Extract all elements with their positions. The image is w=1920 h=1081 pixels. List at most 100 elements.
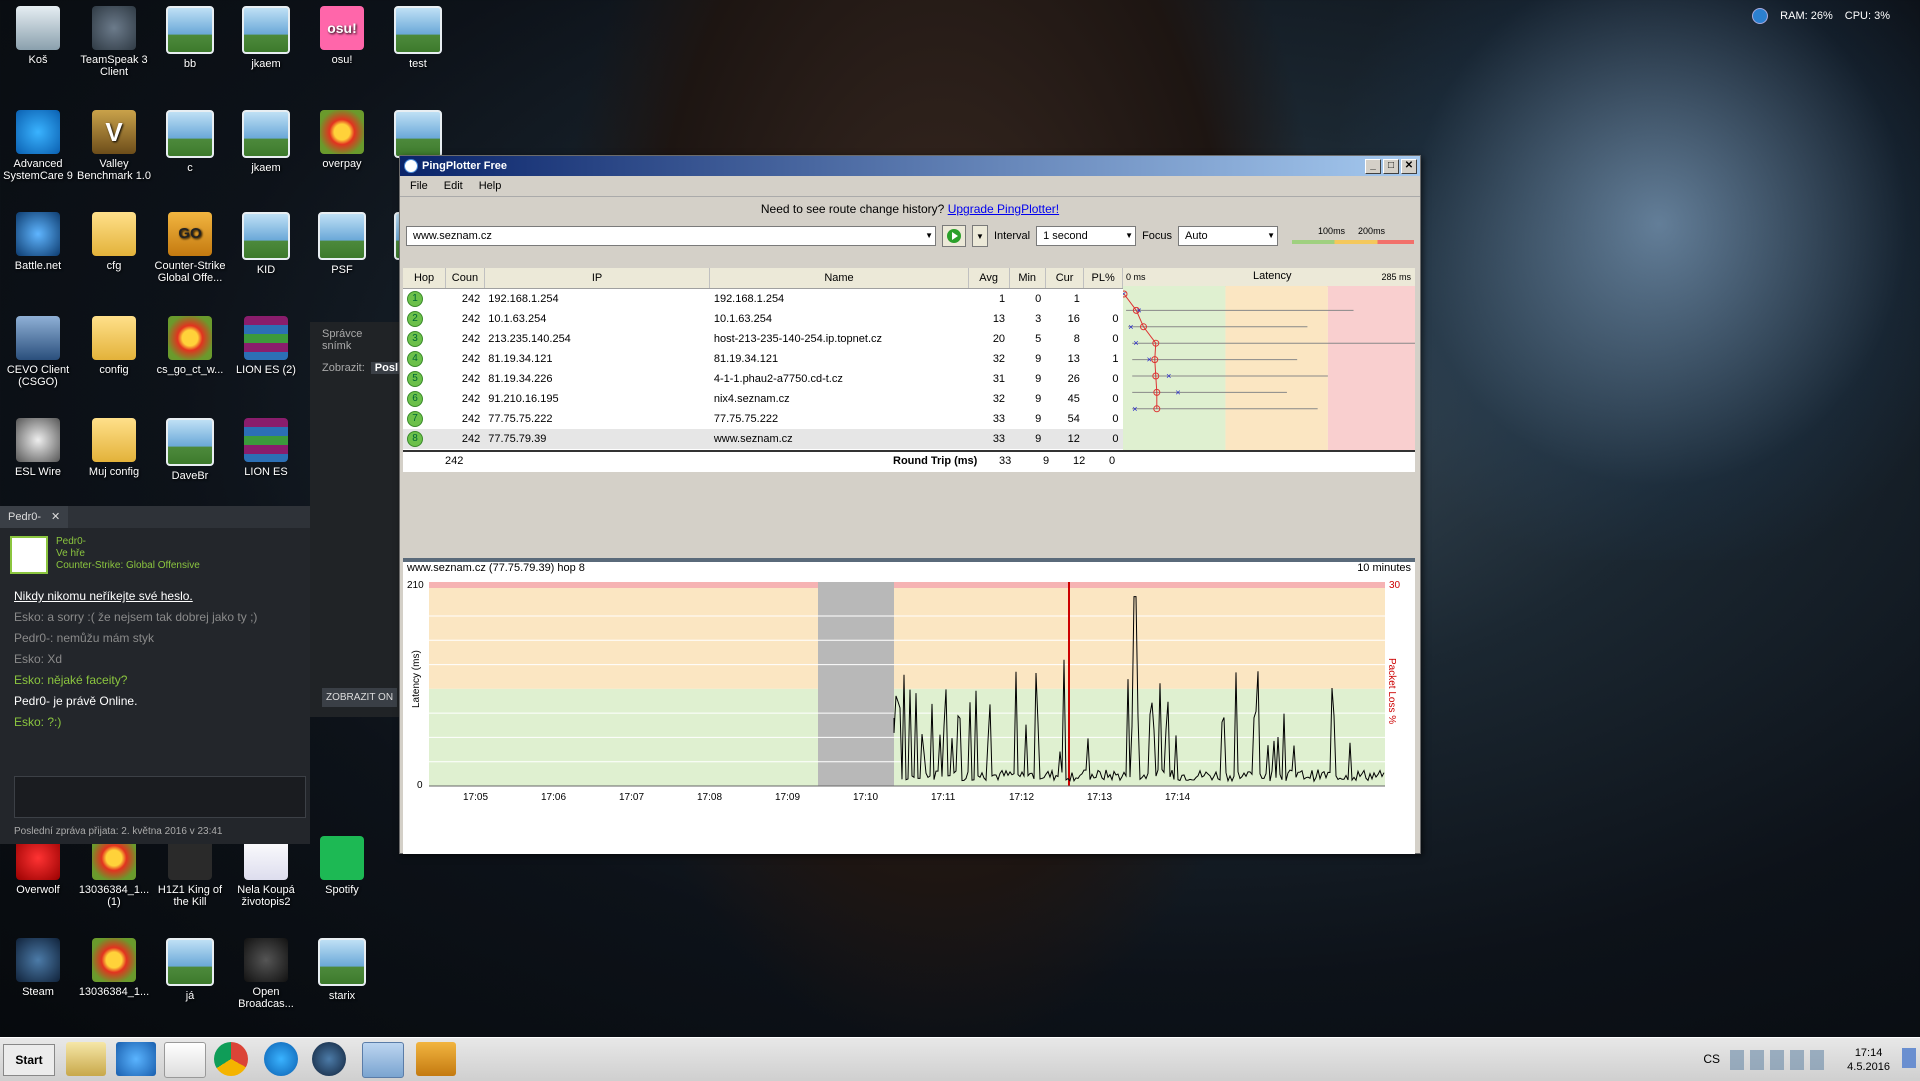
timeline-pl-max: 30 xyxy=(1389,580,1401,591)
taskbar-asc-icon[interactable] xyxy=(264,1042,298,1076)
column-header[interactable]: Name xyxy=(709,268,969,289)
hop-cell: 6 xyxy=(403,389,446,409)
chevron-down-icon[interactable]: ▼ xyxy=(1267,227,1275,245)
desktop-icon[interactable]: TeamSpeak 3 Client xyxy=(76,6,152,78)
desktop-icon[interactable]: já xyxy=(152,938,228,1002)
chevron-down-icon[interactable]: ▼ xyxy=(925,227,933,245)
desktop-icon[interactable]: overpay xyxy=(304,110,380,170)
target-combo[interactable]: www.seznam.cz ▼ xyxy=(406,226,936,246)
desktop-icon[interactable]: Advanced SystemCare 9 xyxy=(0,110,76,182)
desktop-icon[interactable]: Muj config xyxy=(76,418,152,478)
desktop-icon[interactable]: cs_go_ct_w... xyxy=(152,316,228,376)
desktop-icon-label: bb xyxy=(183,58,197,70)
desktop-icon-image xyxy=(16,6,60,50)
name-cell: host-213-235-140-254.ip.topnet.cz xyxy=(713,333,882,345)
ip-cell: 81.19.34.226 xyxy=(488,373,553,385)
desktop-icon[interactable]: jkaem xyxy=(228,6,304,70)
pl-cell xyxy=(1084,289,1123,310)
close-button[interactable]: ✕ xyxy=(1401,158,1417,174)
column-header[interactable]: IP xyxy=(484,268,711,289)
tray-icons[interactable] xyxy=(1730,1050,1830,1070)
start-button[interactable]: Start xyxy=(3,1044,55,1076)
desktop-icon[interactable]: c xyxy=(152,110,228,174)
table-row[interactable]: 4 242 81.19.34.121 81.19.34.121 32 9 13 1 xyxy=(403,349,1123,369)
ram-usage: RAM: 26% xyxy=(1780,10,1833,22)
start-options-button[interactable]: ▼ xyxy=(972,225,988,247)
column-header[interactable]: Cur xyxy=(1045,268,1085,289)
table-row[interactable]: 7 242 77.75.75.222 77.75.75.222 33 9 54 0 xyxy=(403,409,1123,429)
start-button[interactable] xyxy=(942,225,966,247)
column-header[interactable]: Avg xyxy=(968,268,1010,289)
language-indicator[interactable]: CS xyxy=(1703,1052,1720,1066)
interval-select[interactable]: 1 second ▼ xyxy=(1036,226,1137,246)
table-row[interactable]: 2 242 10.1.63.254 10.1.63.254 13 3 16 0 xyxy=(403,309,1123,329)
desktop-icon[interactable]: LION ES xyxy=(228,418,304,478)
desktop-icon[interactable]: config xyxy=(76,316,152,376)
desktop-icon[interactable]: DaveBr xyxy=(152,418,228,482)
desktop-icon[interactable]: osu! osu! xyxy=(304,6,380,66)
table-row[interactable]: 3 242 213.235.140.254 host-213-235-140-254.… xyxy=(403,329,1123,349)
timeline-tick-label: 17:09 xyxy=(775,792,800,803)
desktop-icon[interactable]: KID xyxy=(228,212,304,276)
timeline-range[interactable]: 10 minutes xyxy=(1357,562,1411,578)
chat-input[interactable] xyxy=(14,776,306,818)
desktop-icon[interactable]: Overwolf xyxy=(0,836,76,896)
desktop-icon[interactable]: starix xyxy=(304,938,380,1002)
column-header[interactable]: Min xyxy=(1009,268,1046,289)
show-desktop-button[interactable] xyxy=(1902,1048,1916,1068)
menu-edit[interactable]: Edit xyxy=(444,180,463,192)
maximize-button[interactable]: □ xyxy=(1383,158,1399,174)
desktop-icon[interactable]: Koš xyxy=(0,6,76,66)
chat-tab[interactable]: Pedr0- ✕ xyxy=(0,506,69,528)
focus-select[interactable]: Auto ▼ xyxy=(1178,226,1279,246)
desktop-icon[interactable]: Open Broadcas... xyxy=(228,938,304,1010)
menu-help[interactable]: Help xyxy=(479,180,502,192)
desktop-icon[interactable]: ESL Wire xyxy=(0,418,76,478)
menu-file[interactable]: File xyxy=(410,180,428,192)
desktop-icon[interactable]: Steam xyxy=(0,938,76,998)
desktop-icon[interactable]: 13036384_1... xyxy=(76,938,152,998)
table-row[interactable]: 6 242 91.210.16.195 nix4.seznam.cz 32 9 45 0 xyxy=(403,389,1123,409)
desktop-icon[interactable]: PSF xyxy=(304,212,380,276)
clock[interactable]: 17:14 4.5.2016 xyxy=(1847,1046,1890,1074)
table-row[interactable]: 5 242 81.19.34.226 4-1-1.phau2-a7750.cd-t.c… xyxy=(403,369,1123,389)
desktop-icon[interactable]: Spotify xyxy=(304,836,380,896)
cur-cell: 1 xyxy=(1073,293,1080,305)
timeline-tick-label: 17:11 xyxy=(931,792,956,803)
desktop-icon[interactable]: cfg xyxy=(76,212,152,272)
desktop-icon[interactable]: GO Counter-Strike Global Offe... xyxy=(152,212,228,284)
desktop-icon[interactable]: Battle.net xyxy=(0,212,76,272)
taskbar-explorer-icon[interactable] xyxy=(66,1042,106,1076)
desktop-icon[interactable]: V Valley Benchmark 1.0 xyxy=(76,110,152,182)
chevron-down-icon[interactable]: ▼ xyxy=(1125,227,1133,245)
title-bar[interactable]: PingPlotter Free _ □ ✕ xyxy=(400,156,1420,176)
desktop-icon[interactable]: 13036384_1... (1) xyxy=(76,836,152,908)
column-header[interactable]: PL% xyxy=(1083,268,1123,289)
column-header[interactable]: Coun xyxy=(445,268,485,289)
taskbar-csgo-icon[interactable] xyxy=(416,1042,456,1076)
taskbar-media-icon[interactable] xyxy=(164,1042,206,1078)
avatar[interactable] xyxy=(10,536,48,574)
desktop-icon[interactable]: H1Z1 King of the Kill xyxy=(152,836,228,908)
taskbar-chrome-icon[interactable] xyxy=(214,1042,248,1076)
taskbar-ie-icon[interactable] xyxy=(116,1042,156,1076)
minimize-button[interactable]: _ xyxy=(1365,158,1381,174)
desktop-icon[interactable]: jkaem xyxy=(228,110,304,174)
table-row[interactable]: 1 242 192.168.1.254 192.168.1.254 1 0 1 xyxy=(403,289,1123,310)
panel-filter-button[interactable]: Posl xyxy=(370,362,403,374)
chat-user-name[interactable]: Pedr0- xyxy=(56,536,200,548)
hop-number: 6 xyxy=(407,391,423,407)
column-header[interactable]: Hop xyxy=(403,268,447,289)
desktop-icon[interactable]: bb xyxy=(152,6,228,70)
panel-show-online-button[interactable]: ZOBRAZIT ON xyxy=(322,688,398,707)
desktop-icon[interactable]: LION ES (2) xyxy=(228,316,304,376)
table-row[interactable]: 8 242 77.75.79.39 www.seznam.cz 33 9 12 0 xyxy=(403,429,1123,449)
chat-user-status: Ve hře xyxy=(56,548,85,559)
taskbar-pingplotter-icon[interactable] xyxy=(362,1042,404,1078)
taskbar-steam-icon[interactable] xyxy=(312,1042,346,1076)
desktop-icon[interactable]: test xyxy=(380,6,456,70)
upgrade-link[interactable]: Upgrade PingPlotter! xyxy=(948,202,1059,216)
close-icon[interactable]: ✕ xyxy=(51,506,60,528)
desktop-icon[interactable]: Nela Koupá životopis2 xyxy=(228,836,304,908)
desktop-icon[interactable]: CEVO Client (CSGO) xyxy=(0,316,76,388)
